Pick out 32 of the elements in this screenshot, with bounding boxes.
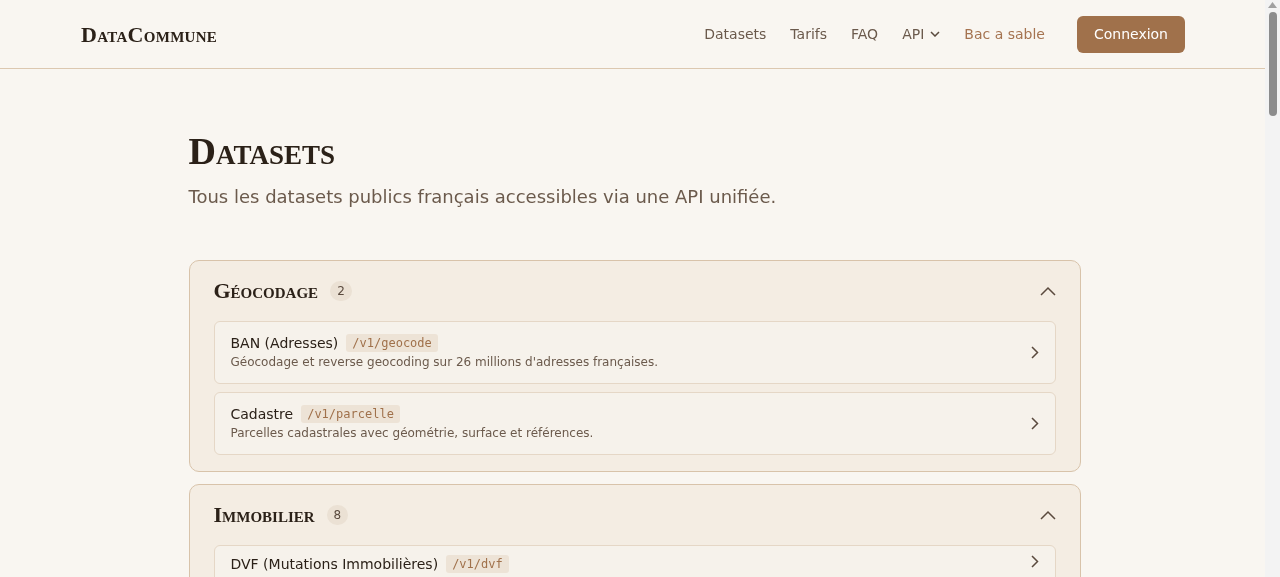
dataset-description: Géocodage et reverse geocoding sur 26 millions d'adresses françaises. (230, 354, 659, 371)
chevron-up-icon[interactable] (1039, 285, 1056, 296)
page-title: Datasets (188, 129, 336, 174)
count-badge: 2 (330, 280, 352, 301)
dataset-row[interactable]: Cadastre /v1/parcelle Parcelles cadastrales avec géométrie, surface et références. (213, 391, 1056, 455)
chevron-right-icon (1030, 554, 1039, 568)
nav-link[interactable]: FAQ (839, 23, 891, 45)
chevron-up-icon[interactable] (1039, 509, 1056, 520)
nav-link[interactable]: Datasets (692, 23, 779, 45)
endpoint-path: /v1/geocode (346, 333, 438, 353)
nav-link[interactable]: API (890, 23, 953, 45)
brand-logo[interactable]: DataCommune (81, 17, 218, 51)
chevron-right-icon (1030, 345, 1039, 359)
dataset-name: BAN (Adresses) (230, 333, 339, 353)
scrollbar-thumb[interactable] (1268, 12, 1277, 116)
scrollbar[interactable] (1265, 0, 1280, 577)
chevron-right-icon (1030, 416, 1039, 430)
dataset-description: Parcelles cadastrales avec géométrie, surface et références. (230, 425, 594, 442)
dataset-row[interactable]: DVF (Mutations Immobilières) /v1/dvf (213, 544, 1056, 577)
nav-link[interactable]: Bac a sable (952, 23, 1057, 45)
endpoint-path: /v1/dvf (446, 554, 509, 574)
scroll-up-icon[interactable] (1268, 2, 1277, 8)
dataset-name: Cadastre (230, 404, 294, 424)
endpoint-path: /v1/parcelle (301, 404, 400, 424)
page-subtitle: Tous les datasets publics français accessibles via une API unifiée. (188, 184, 778, 209)
dataset-name: DVF (Mutations Immobilières) (230, 554, 439, 574)
category-title: Immobilier (213, 501, 315, 530)
login-button[interactable]: Connexion (1076, 15, 1185, 53)
category-title: Géocodage (213, 277, 319, 306)
dataset-row[interactable]: BAN (Adresses) /v1/geocode Géocodage et reverse geocoding sur 26 millions d'adresses françaises. (213, 320, 1056, 384)
count-badge: 8 (326, 504, 349, 525)
nav-link[interactable]: Tarifs (778, 23, 839, 45)
